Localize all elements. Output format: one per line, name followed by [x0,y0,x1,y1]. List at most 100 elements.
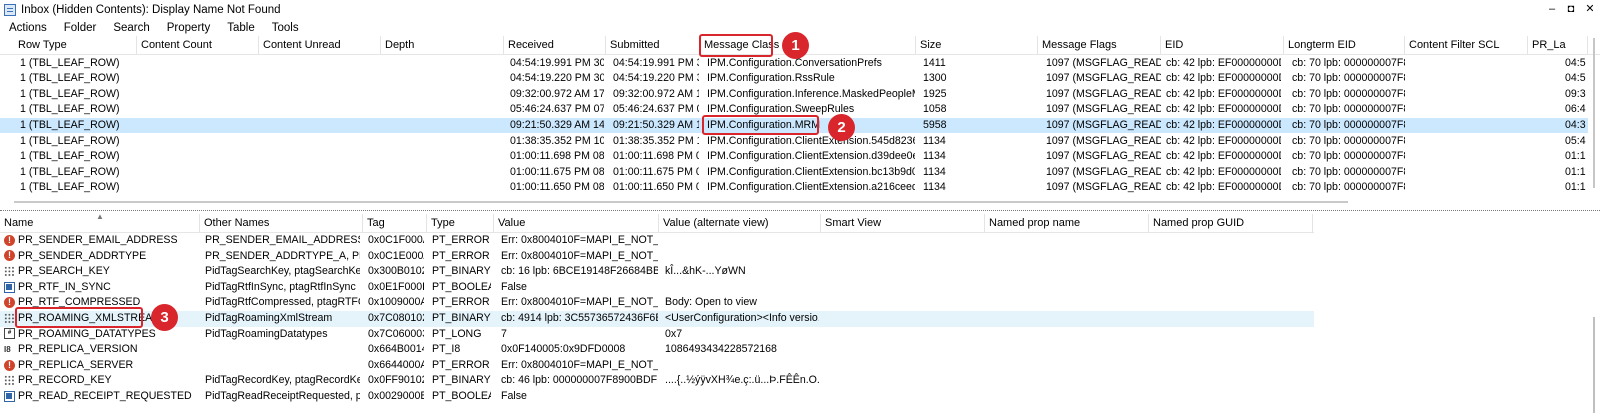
close-icon[interactable]: ✕ [1584,1,1596,17]
menu-tools[interactable]: Tools [263,22,307,34]
table-cell: 01:00:11.675 PM 08... [510,165,604,178]
table-cell [990,233,1146,249]
column-header[interactable]: Size [916,36,1038,55]
column-header[interactable]: Content Filter SCL [1405,36,1528,55]
column-header[interactable]: Other Names [200,214,363,233]
table-row[interactable]: 1 (TBL_LEAF_ROW) 09:32:00.972 AM 17... 09:… [0,87,1588,103]
scrollbar-thumb[interactable] [1593,317,1595,413]
table-cell: PR_RTF_IN_SYNC [4,280,196,296]
table-row[interactable]: I8 PR_REPLICA_VERSION 0x664B0014 PT_I8 0x0F1… [0,342,1314,358]
table-cell: cb: 70 lpb: 000000007F89... [1292,150,1405,163]
table-cell: 1086493434228572168 [665,343,777,356]
column-header[interactable]: Content Unread [259,36,381,55]
scrollbar-thumb[interactable] [14,201,1348,203]
property-name: PR_SEARCH_KEY [18,265,110,278]
table-row[interactable]: 1 (TBL_LEAF_ROW) 01:00:11.698 PM 08... 01:… [0,149,1588,165]
table-row[interactable]: ! PR_REPLICA_SERVER 0x6644000A PT_ERROR Err:… [0,358,1314,374]
pane-splitter[interactable] [0,210,1600,211]
table-cell [990,373,1146,389]
menu-table[interactable]: Table [218,22,263,34]
column-header[interactable]: PR_La [1528,36,1588,55]
table-row[interactable]: 1 (TBL_LEAF_ROW) 01:38:35.352 PM 10... 01:… [0,134,1588,150]
table-cell: IPM.Configuration.ClientExtension.bc13b9… [707,165,915,178]
table-cell: PR_SENDER_ADDRTYPE_A, PR_SE... [205,249,360,262]
column-header[interactable]: Value (alternate view) [659,214,821,233]
table-row[interactable]: ! PR_SENDER_EMAIL_ADDRESS PR_SENDER_EMAIL_… [0,233,1314,249]
boolean-icon [4,390,15,402]
table-cell: PT_LONG [432,327,482,340]
contents-table-vertical-scrollbar[interactable] [1588,38,1600,196]
table-cell [1154,295,1310,311]
table-cell [259,165,373,181]
table-cell: 04:54:19.220 PM 3... [613,72,699,85]
table-cell [826,311,982,327]
table-cell: PidTagRoamingDatatypes [205,327,328,340]
callout-badge-2: 2 [828,114,855,141]
table-cell [137,134,251,150]
table-row[interactable]: ! PR_SENDER_ADDRTYPE PR_SENDER_ADDRTYPE_A,… [0,249,1314,265]
column-header[interactable]: Smart View [821,214,985,233]
table-cell [826,249,982,265]
column-header[interactable]: Longterm EID [1284,36,1405,55]
table-cell: 0x0C1E000A [368,249,424,262]
table-cell [990,358,1146,374]
table-cell: 1 (TBL_LEAF_ROW) [20,165,120,178]
menu-folder[interactable]: Folder [55,22,105,34]
callout-badge-3: 3 [151,304,178,331]
table-cell: Err: 0x8004010F=MAPI_E_NOT_FO... [501,249,658,262]
table-row[interactable]: 1 (TBL_LEAF_ROW) 01:00:11.650 PM 08... 01:… [0,180,1588,196]
column-header[interactable]: Content Count [137,36,259,55]
property-name: PR_RTF_IN_SYNC [18,280,111,293]
minimize-icon[interactable]: – [1546,1,1558,17]
table-cell: 1 (TBL_LEAF_ROW) [20,56,120,69]
table-cell: cb: 70 lpb: 000000007F89... [1292,56,1405,69]
column-header[interactable]: Tag [363,214,427,233]
table-cell [1405,134,1520,150]
table-cell: 0x0E1F000B [368,280,424,293]
table-row[interactable]: PR_RECORD_KEY PidTagRecordKey, ptagRecord… [0,373,1314,389]
table-cell: 09:32:00.972 AM 1... [613,87,699,100]
table-cell: 1097 (MSGFLAG_READ | ... [1046,150,1161,163]
column-header[interactable]: Type [427,214,494,233]
table-cell [665,233,819,249]
table-cell: cb: 42 lpb: EF00000000D... [1166,56,1281,69]
column-header[interactable]: Value [494,214,659,233]
table-cell [665,389,819,405]
table-row[interactable]: # PR_ROAMING_DATATYPES PidTagRoamingDataty… [0,327,1314,343]
window-controls: – ◘ ✕ [1546,1,1596,17]
column-header[interactable]: Received [504,36,606,55]
menu-actions[interactable]: Actions [0,22,55,34]
table-cell: Err: 0x8004010F=MAPI_E_NOT_FO... [501,296,658,309]
binary-icon [4,265,15,277]
table-cell: PT_BOOLEAN [432,390,491,402]
properties-table-vertical-scrollbar[interactable] [1588,212,1600,413]
column-header[interactable]: EID [1161,36,1284,55]
column-header[interactable]: Named prop name [985,214,1149,233]
table-cell [381,180,496,196]
table-row[interactable]: 1 (TBL_LEAF_ROW) 01:00:11.675 PM 08... 01:… [0,165,1588,181]
column-header[interactable]: Message Flags [1038,36,1161,55]
table-row[interactable]: PR_READ_RECEIPT_REQUESTED PidTagReadRecei… [0,389,1314,405]
column-header[interactable]: Submitted [606,36,700,55]
app-icon [4,3,16,16]
table-cell [826,295,982,311]
column-header[interactable]: Named prop GUID [1149,214,1313,233]
table-row[interactable]: PR_RTF_IN_SYNC PidTagRtfInSync, ptagRtfIn… [0,280,1314,296]
column-header[interactable]: Depth [381,36,504,55]
menu-property[interactable]: Property [158,22,218,34]
table-row[interactable]: PR_SEARCH_KEY PidTagSearchKey, ptagSearch… [0,264,1314,280]
table-cell: PT_I8 [432,343,461,356]
table-cell [381,71,496,87]
table-cell: 0x7C060003 [368,327,424,340]
restore-icon[interactable]: ◘ [1565,1,1577,17]
table-row[interactable]: 1 (TBL_LEAF_ROW) 04:54:19.220 PM 30... 04:… [0,71,1588,87]
contents-table-horizontal-scrollbar[interactable] [0,196,1600,209]
table-cell [1154,233,1310,249]
menu-search[interactable]: Search [104,22,157,34]
table-cell: 0x7 [665,327,683,340]
table-cell: 0x0F140005:0x9DFD0008 [501,343,626,356]
table-cell: 1097 (MSGFLAG_READ | ... [1046,181,1161,194]
table-row[interactable]: ! PR_RTF_COMPRESSED PidTagRtfCompressed, p… [0,295,1314,311]
column-header[interactable]: Row Type [14,36,137,55]
table-row[interactable]: PR_ROAMING_XMLSTREAM PidTagRoamingXmlStre… [0,311,1314,327]
